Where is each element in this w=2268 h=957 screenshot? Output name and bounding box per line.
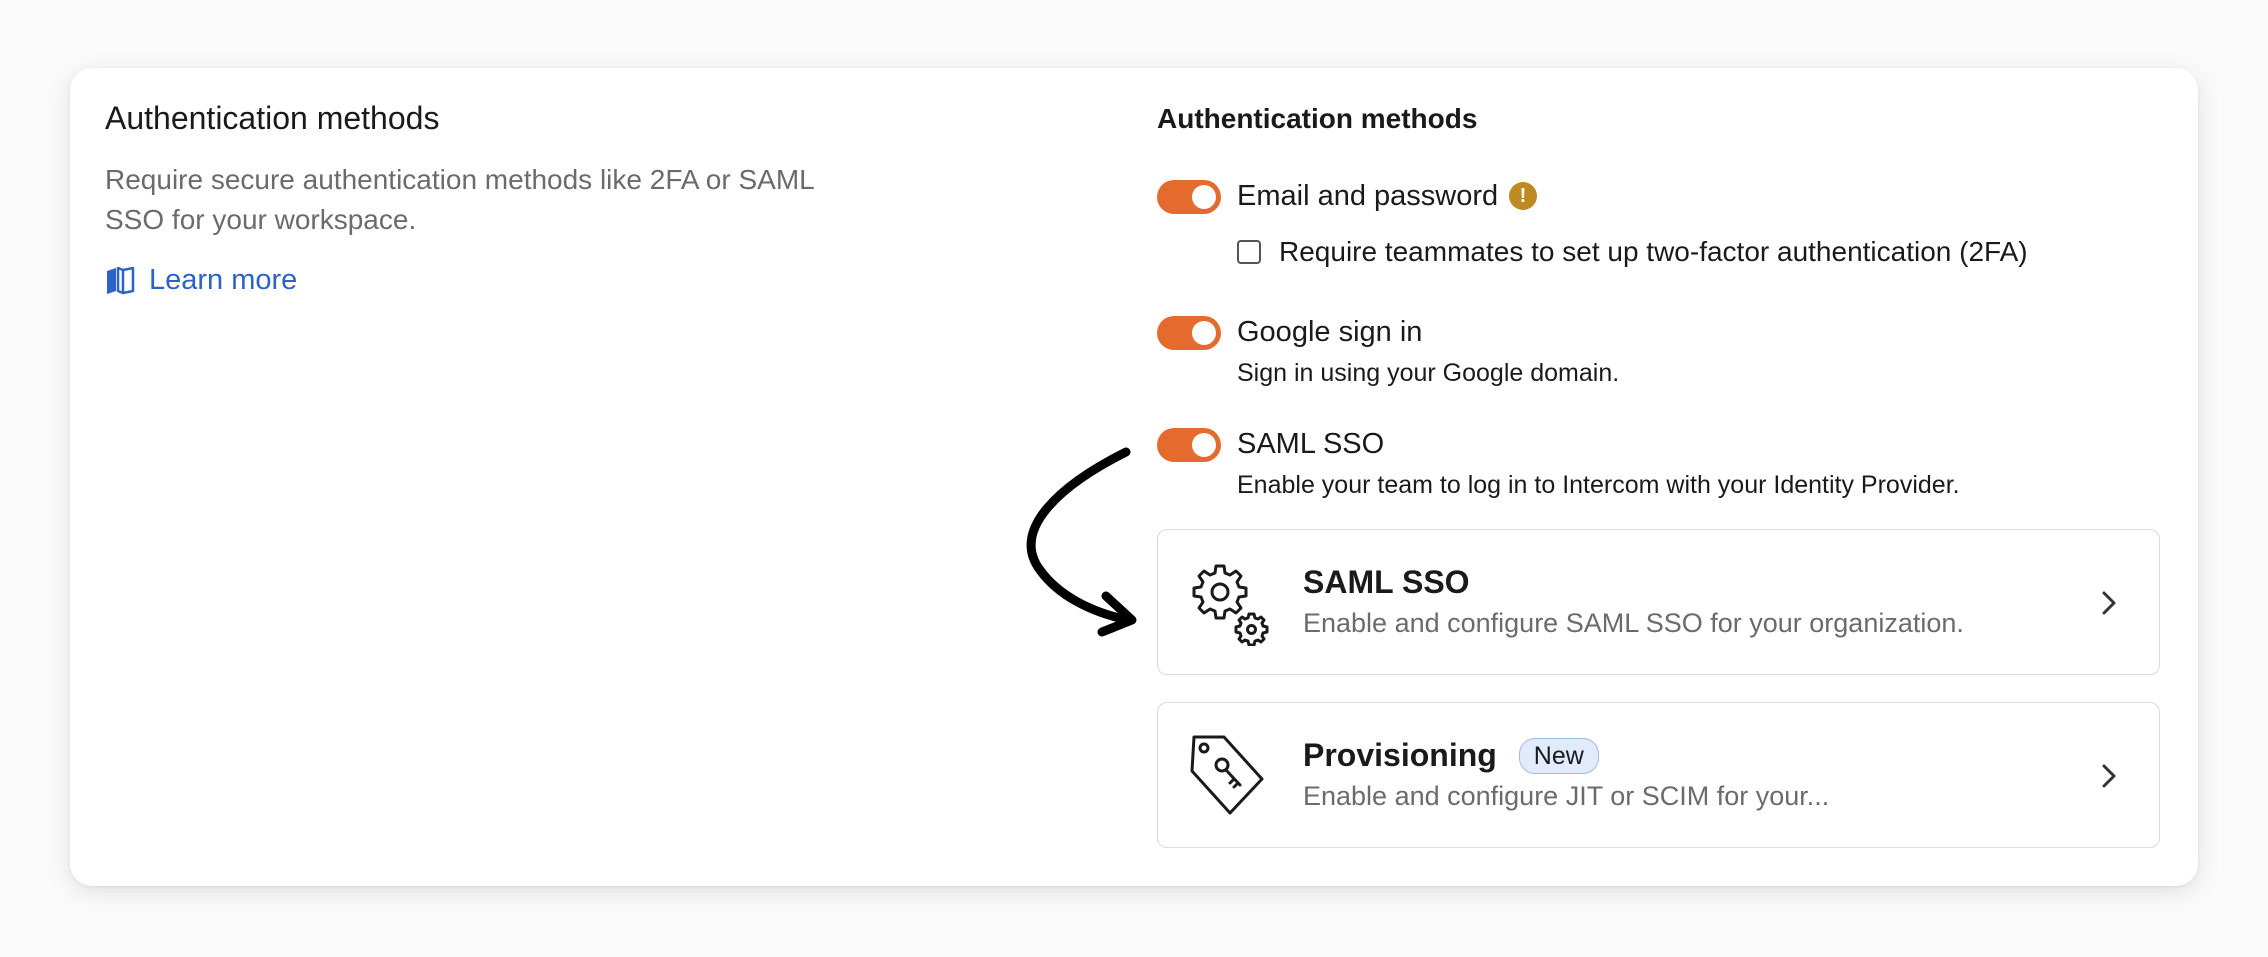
saml-sso-card-title: SAML SSO	[1303, 564, 1470, 601]
google-signin-description: Sign in using your Google domain.	[1237, 359, 1620, 387]
saml-sso-label: SAML SSO	[1237, 428, 1385, 460]
provisioning-card-title: Provisioning New	[1303, 737, 1599, 774]
email-password-toggle[interactable]	[1157, 180, 1221, 214]
learn-more-label: Learn more	[149, 264, 298, 296]
provisioning-card-description: Enable and configure JIT or SCIM for you…	[1303, 781, 1830, 811]
provisioning-card[interactable]: Provisioning New Enable and configure JI…	[1157, 702, 2160, 848]
new-badge: New	[1518, 737, 1599, 774]
saml-sso-card[interactable]: SAML SSO Enable and configure SAML SSO f…	[1157, 529, 2160, 675]
chevron-right-icon	[2101, 763, 2117, 794]
annotation-arrow-icon	[1026, 447, 1137, 637]
toggle-knob	[1192, 321, 1216, 345]
section-description: Require secure authentication methods li…	[105, 164, 814, 235]
toggle-knob	[1192, 433, 1216, 457]
tag-key-icon	[1188, 733, 1266, 822]
google-signin-toggle[interactable]	[1157, 316, 1221, 350]
email-password-label: Email and password	[1237, 180, 1499, 212]
google-signin-label: Google sign in	[1237, 316, 1423, 348]
auth-methods-panel: Authentication methods Email and passwor…	[1157, 68, 2162, 886]
toggle-knob	[1192, 185, 1216, 209]
chevron-right-icon	[2101, 590, 2117, 621]
saml-sso-card-title-text: SAML SSO	[1303, 564, 1470, 600]
warning-icon[interactable]: !	[1509, 182, 1537, 210]
require-2fa-label: Require teammates to set up two-factor a…	[1279, 236, 2028, 267]
learn-more-link[interactable]: Learn more	[105, 264, 297, 297]
require-2fa-checkbox[interactable]	[1237, 240, 1261, 264]
saml-sso-toggle[interactable]	[1157, 428, 1221, 462]
gears-icon	[1188, 562, 1272, 651]
provisioning-card-title-text: Provisioning	[1303, 737, 1497, 773]
section-title: Authentication methods	[105, 100, 440, 136]
saml-sso-description: Enable your team to log in to Intercom w…	[1237, 471, 1960, 499]
book-icon	[105, 266, 135, 295]
saml-sso-card-description: Enable and configure SAML SSO for your o…	[1303, 608, 1964, 638]
auth-methods-title: Authentication methods	[1157, 103, 1478, 134]
